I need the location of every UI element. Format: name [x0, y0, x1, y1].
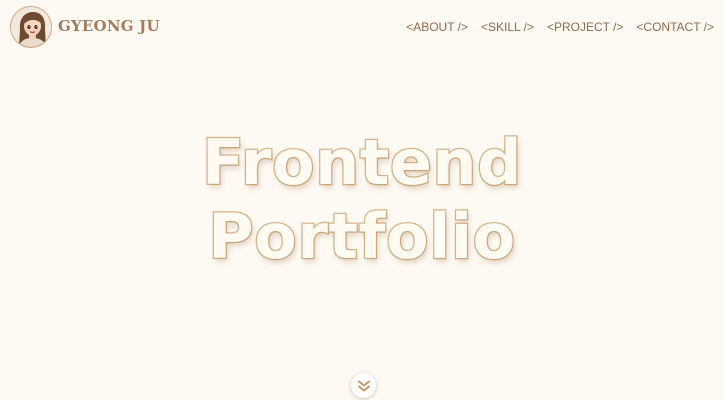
- hero-title-line-1: Frontend: [201, 125, 523, 201]
- main-nav: <ABOUT /> <SKILL /> <PROJECT /> <CONTACT…: [393, 20, 714, 34]
- nav-item-skill[interactable]: <SKILL />: [481, 20, 534, 34]
- nav-item-project[interactable]: <PROJECT />: [547, 20, 623, 34]
- scroll-down-button[interactable]: [351, 373, 376, 398]
- brand[interactable]: GYEONG JU: [10, 6, 160, 48]
- hero-title-line-2: Portfolio: [207, 199, 516, 275]
- nav-item-about[interactable]: <ABOUT />: [406, 20, 468, 34]
- double-chevron-down-icon: [357, 380, 370, 391]
- hero-section: Frontend Portfolio: [0, 125, 724, 275]
- brand-name: GYEONG JU: [58, 17, 160, 35]
- nav-item-contact[interactable]: <CONTACT />: [636, 20, 714, 34]
- avatar: [10, 6, 52, 48]
- avatar-illustration-icon: [11, 7, 51, 47]
- site-header: GYEONG JU <ABOUT /> <SKILL /> <PROJECT /…: [0, 0, 724, 54]
